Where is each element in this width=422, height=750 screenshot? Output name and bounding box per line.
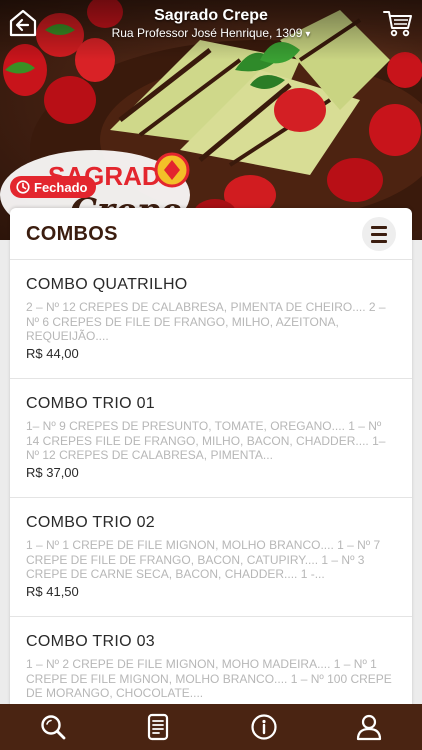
product-price: R$ 44,00 — [26, 346, 79, 361]
list-icon — [371, 225, 387, 229]
product-item[interactable]: COMBO QUATRILHO 2 – nº 12 CREPES DE CALA… — [10, 260, 412, 379]
caret-down-icon: ▾ — [305, 29, 311, 40]
product-name: COMBO TRIO 01 — [26, 395, 155, 412]
section-title: COMBOS — [26, 223, 118, 245]
product-name: COMBO QUATRILHO — [26, 276, 188, 293]
top-bar: Sagrado Crepe Rua Professor José Henriqu… — [0, 0, 422, 46]
product-description: 1 – nº 1 CREPE DE FILE MIGNON, MOLHO BRA… — [26, 538, 381, 581]
product-name: COMBO TRIO 03 — [26, 633, 155, 650]
product-item[interactable]: COMBO TRIO 03 1 – nº 2 CREPE DE FILE MIG… — [10, 617, 412, 708]
hero-banner: SAGRADO Crepe Sagrado Crepe Rua Professo… — [0, 0, 422, 240]
cart-button[interactable] — [382, 8, 414, 38]
status-badge: Fechado — [10, 176, 97, 198]
user-icon — [357, 714, 382, 741]
product-description: 1 – nº 2 CREPE DE FILE MIGNON, MOHO MADE… — [26, 657, 392, 700]
cart-icon — [383, 11, 412, 37]
nav-profile[interactable] — [317, 704, 422, 750]
nav-search[interactable] — [0, 704, 106, 750]
search-icon — [41, 715, 66, 740]
product-description: 1– nº 9 CREPES DE PRESUNTO, TOMATE, OREG… — [26, 419, 386, 462]
receipt-icon — [148, 713, 169, 741]
bottom-nav — [0, 704, 422, 750]
section-header: COMBOS — [10, 208, 412, 260]
product-description: 2 – nº 12 CREPES DE CALABRESA, PIMENTA D… — [26, 300, 386, 343]
product-name: COMBO TRIO 02 — [26, 514, 155, 531]
product-item[interactable]: COMBO TRIO 01 1– nº 9 CREPES DE PRESUNTO… — [10, 379, 412, 498]
nav-orders[interactable] — [106, 704, 212, 750]
nav-info[interactable] — [211, 704, 317, 750]
product-price: R$ 37,00 — [26, 465, 79, 480]
shop-name: Sagrado Crepe — [154, 7, 268, 24]
address-selector[interactable]: Rua Professor José Henrique, 1309 ▾ — [0, 26, 422, 40]
product-price: R$ 41,50 — [26, 584, 79, 599]
info-icon — [251, 714, 277, 740]
clock-icon — [16, 180, 30, 194]
menu-card: COMBOS COMBO QUATRILHO 2 – nº 12 CREPES … — [10, 208, 412, 708]
category-menu-button[interactable] — [362, 217, 396, 251]
shop-address: Rua Professor José Henrique, 1309 — [111, 26, 303, 40]
product-item[interactable]: COMBO TRIO 02 1 – nº 1 CREPE DE FILE MIG… — [10, 498, 412, 617]
status-label: Fechado — [34, 179, 88, 195]
